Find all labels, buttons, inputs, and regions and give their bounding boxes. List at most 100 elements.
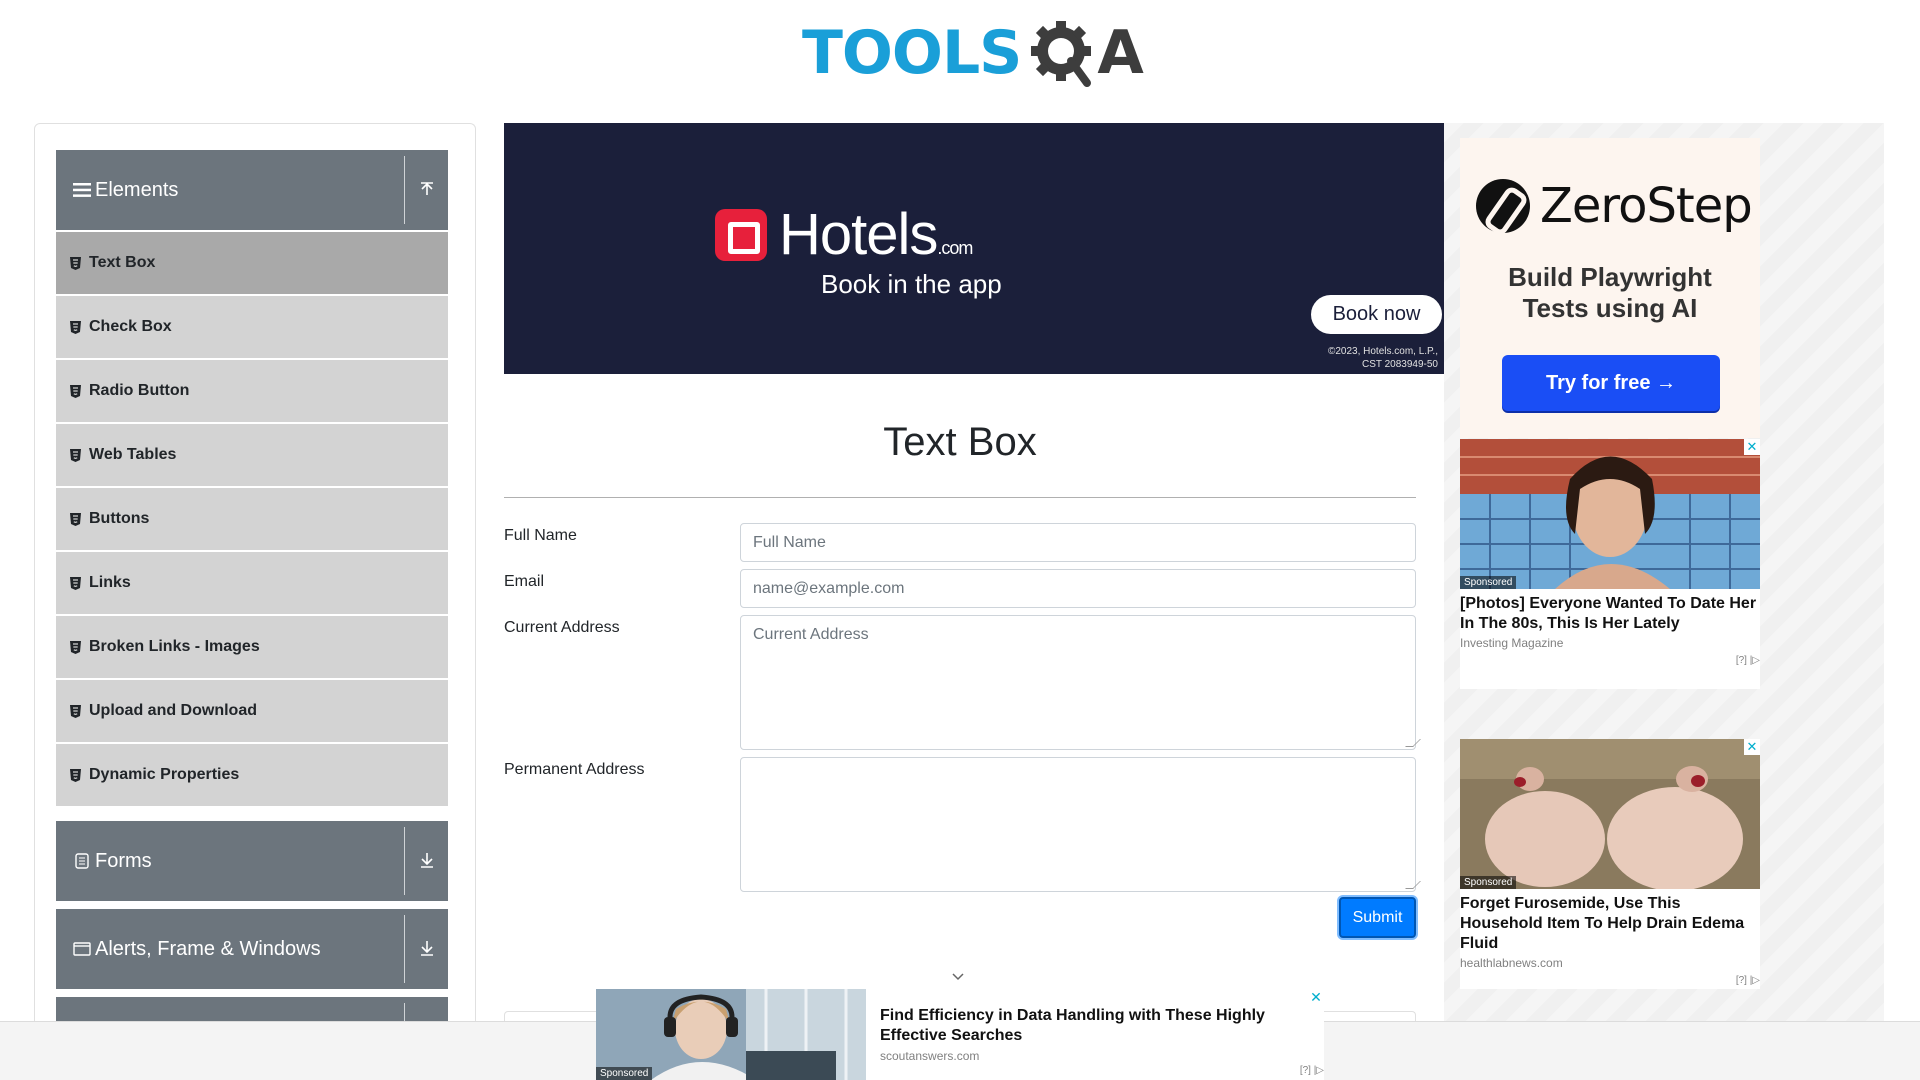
close-icon[interactable]: ✕ xyxy=(1308,989,1324,1005)
list-icon xyxy=(72,180,92,200)
title-divider xyxy=(504,497,1416,498)
sidebar-item-web-tables[interactable]: Web Tables xyxy=(56,424,448,486)
current-address-textarea[interactable]: Current Address xyxy=(740,615,1421,750)
zerostep-logo-icon xyxy=(1476,179,1530,233)
ad-title[interactable]: Forget Furosemide, Use This Household It… xyxy=(1460,894,1760,954)
ad-image: Sponsored ✕ xyxy=(1460,439,1760,589)
current-address-label: Current Address xyxy=(504,619,620,636)
sidebar-group-label: Forms xyxy=(95,849,152,872)
sidebar-item-label: Dynamic Properties xyxy=(89,766,240,783)
sidebar-item-upload-download[interactable]: Upload and Download xyxy=(56,680,448,742)
email-input[interactable]: name@example.com xyxy=(740,569,1416,608)
ad-source: scoutanswers.com xyxy=(880,1049,980,1063)
zerostep-tagline: Build Playwright Tests using AI xyxy=(1460,262,1760,324)
html5-icon xyxy=(70,704,82,718)
logo-text-tools: TOOLS xyxy=(802,18,1022,88)
group-divider xyxy=(404,915,405,983)
sidebar-item-label: Broken Links - Images xyxy=(89,638,260,655)
sponsored-ad-card[interactable]: Sponsored ✕ [Photos] Everyone Wanted To … xyxy=(1460,439,1760,689)
resize-handle-icon[interactable] xyxy=(1405,881,1421,889)
sidebar-item-dynamic-properties[interactable]: Dynamic Properties xyxy=(56,744,448,806)
submit-button[interactable]: Submit xyxy=(1339,897,1416,938)
zerostep-tagline-line-2: Tests using AI xyxy=(1522,293,1698,323)
hotels-brand: Hotels.com xyxy=(779,201,973,268)
group-divider xyxy=(404,827,405,895)
full-name-label: Full Name xyxy=(504,527,577,544)
legal-line-1: ©2023, Hotels.com, L.P., xyxy=(1327,346,1438,357)
resize-handle-icon[interactable] xyxy=(1405,739,1421,747)
logo-text-a: A xyxy=(1097,18,1144,88)
banner-tagline: Book in the app xyxy=(821,269,1002,299)
sidebar-item-label: Radio Button xyxy=(89,382,190,399)
current-address-placeholder: Current Address xyxy=(753,626,869,643)
permanent-address-label: Permanent Address xyxy=(504,761,645,778)
collapse-arrow-icon[interactable] xyxy=(418,180,438,200)
zerostep-tagline-line-1: Build Playwright xyxy=(1508,262,1712,292)
legal-line-2: CST 2083949-50 xyxy=(1362,359,1438,370)
sidebar: Elements Text Box Check Box Radio Button… xyxy=(34,123,476,1080)
sidebar-group-label: Elements xyxy=(95,178,179,201)
html5-icon xyxy=(70,384,82,398)
banner-legal: ©2023, Hotels.com, L.P., CST 2083949-50 xyxy=(1328,345,1438,371)
sidebar-item-label: Check Box xyxy=(89,318,172,335)
book-now-button[interactable]: Book now xyxy=(1311,295,1442,334)
zerostep-logo: ZeroStep xyxy=(1476,178,1753,234)
ad-source: Investing Magazine xyxy=(1460,636,1564,650)
full-name-input[interactable]: Full Name xyxy=(740,523,1416,562)
sidebar-item-label: Web Tables xyxy=(89,446,177,463)
document-icon xyxy=(72,851,92,871)
toolsqa-logo[interactable]: TOOLS A xyxy=(802,16,1144,90)
ad-image: Sponsored ✕ xyxy=(1460,739,1760,889)
sponsored-tag: Sponsored xyxy=(596,1067,653,1080)
group-divider xyxy=(404,156,405,224)
sidebar-group-label: Alerts, Frame & Windows xyxy=(95,937,321,960)
sidebar-group-forms[interactable]: Forms xyxy=(56,821,448,901)
chevron-down-icon[interactable] xyxy=(951,970,965,984)
sidebar-item-broken-links[interactable]: Broken Links - Images xyxy=(56,616,448,678)
adchoices-icon[interactable]: [?] |▷ xyxy=(1736,975,1760,986)
expand-arrow-icon[interactable] xyxy=(418,851,438,871)
ad-title[interactable]: [Photos] Everyone Wanted To Date Her In … xyxy=(1460,594,1760,634)
permanent-address-textarea[interactable] xyxy=(740,757,1421,892)
ad-title[interactable]: Find Efficiency in Data Handling with Th… xyxy=(880,1006,1300,1046)
bottom-sticky-ad[interactable]: Sponsored Find Efficiency in Data Handli… xyxy=(596,989,1324,1080)
sidebar-group-elements[interactable]: Elements xyxy=(56,150,448,230)
sponsored-tag: Sponsored xyxy=(1460,876,1517,889)
sidebar-item-radio-button[interactable]: Radio Button xyxy=(56,360,448,422)
expand-arrow-icon[interactable] xyxy=(418,939,438,959)
sidebar-item-buttons[interactable]: Buttons xyxy=(56,488,448,550)
try-for-free-button[interactable]: Try for free → xyxy=(1502,355,1720,411)
page-title: Text Box xyxy=(883,420,1037,464)
close-icon[interactable]: ✕ xyxy=(1744,439,1760,455)
sidebar-item-links[interactable]: Links xyxy=(56,552,448,614)
hotels-brand-suffix: .com xyxy=(937,238,973,258)
zerostep-ad[interactable]: ZeroStep Build Playwright Tests using AI… xyxy=(1460,138,1760,438)
html5-icon xyxy=(70,320,82,334)
html5-icon xyxy=(70,768,82,782)
sponsored-tag: Sponsored xyxy=(1460,576,1517,589)
sidebar-item-label: Links xyxy=(89,574,131,591)
html5-icon xyxy=(70,640,82,654)
sidebar-item-check-box[interactable]: Check Box xyxy=(56,296,448,358)
ad-source: healthlabnews.com xyxy=(1460,956,1563,970)
window-icon xyxy=(72,939,92,959)
adchoices-icon[interactable]: [?] |▷ xyxy=(1300,1065,1324,1076)
hotels-brand-name: Hotels xyxy=(779,202,938,267)
sidebar-group-alerts[interactable]: Alerts, Frame & Windows xyxy=(56,909,448,989)
sponsored-ad-card[interactable]: Sponsored ✕ Forget Furosemide, Use This … xyxy=(1460,739,1760,989)
hotels-logo: Hotels.com xyxy=(715,201,973,268)
html5-icon xyxy=(70,576,82,590)
gear-q-icon xyxy=(1031,21,1092,87)
sidebar-item-label: Upload and Download xyxy=(89,702,257,719)
html5-icon xyxy=(70,256,82,270)
sidebar-item-label: Text Box xyxy=(89,254,156,271)
html5-icon xyxy=(70,512,82,526)
sidebar-item-text-box[interactable]: Text Box xyxy=(56,232,448,294)
sidebar-item-label: Buttons xyxy=(89,510,150,527)
close-icon[interactable]: ✕ xyxy=(1744,739,1760,755)
hotels-banner-ad[interactable]: Hotels.com Book in the app Book now ©202… xyxy=(504,123,1444,374)
email-label: Email xyxy=(504,573,545,590)
html5-icon xyxy=(70,448,82,462)
hotels-logo-icon xyxy=(715,208,767,261)
adchoices-icon[interactable]: [?] |▷ xyxy=(1736,655,1760,666)
